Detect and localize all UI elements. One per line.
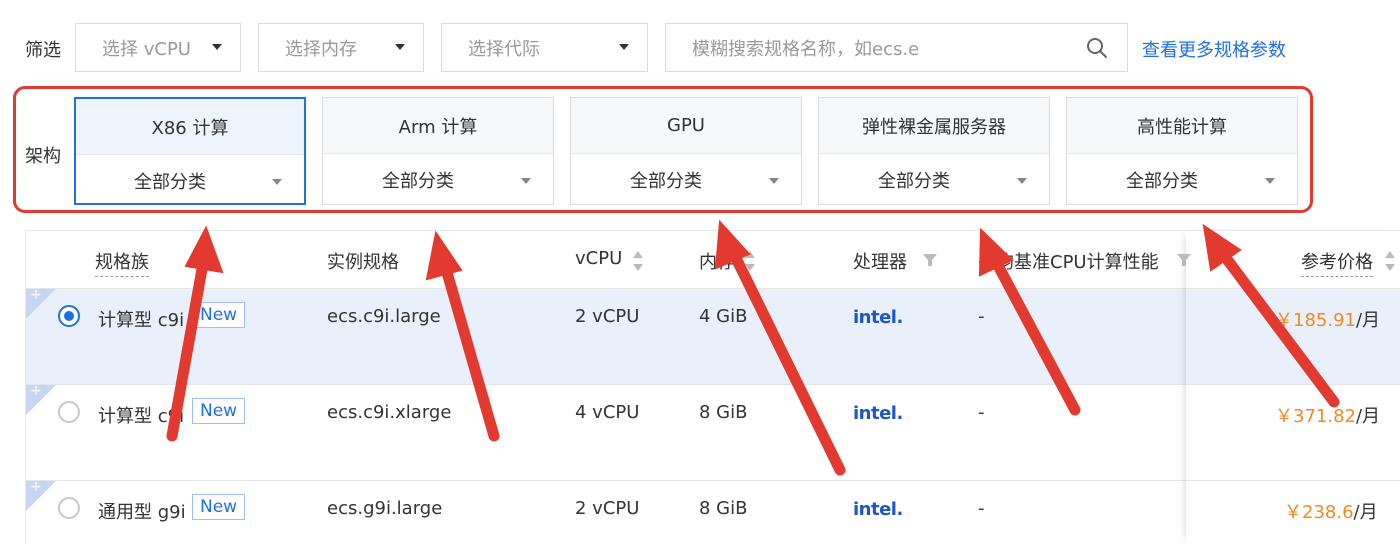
header-memory[interactable]: 内存: [699, 248, 735, 274]
generation-select-placeholder: 选择代际: [468, 38, 540, 60]
filter-label: 筛选: [25, 40, 61, 61]
intel-logo: intel.: [853, 307, 903, 328]
new-badge: New: [192, 398, 246, 424]
chevron-down-icon: [521, 178, 531, 184]
intel-logo: intel.: [853, 499, 903, 520]
arch-option-title: 弹性裸金属服务器: [819, 98, 1049, 154]
chevron-down-icon: [619, 44, 629, 50]
chevron-down-icon: [1265, 178, 1275, 184]
arch-category-label: 全部分类: [630, 171, 702, 192]
row-radio[interactable]: [58, 497, 80, 519]
header-family: 规格族: [95, 248, 149, 277]
arch-category-label: 全部分类: [134, 172, 206, 193]
row-family: 通用型 g9i: [98, 502, 186, 523]
price-unit: /月: [1353, 502, 1378, 523]
arch-option-hpc[interactable]: 高性能计算 全部分类: [1066, 97, 1298, 205]
row-memory: 8 GiB: [699, 402, 748, 423]
arch-option-bare-metal[interactable]: 弹性裸金属服务器 全部分类: [818, 97, 1050, 205]
price-unit: /月: [1355, 406, 1381, 427]
row-price: ￥238.6/月: [1284, 498, 1378, 524]
filter-icon[interactable]: [1176, 252, 1192, 268]
row-instance: ecs.c9i.large: [327, 306, 441, 327]
arch-option-gpu[interactable]: GPU 全部分类: [570, 97, 802, 205]
price-value: ￥185.91: [1275, 310, 1356, 331]
chevron-down-icon: [212, 44, 222, 50]
arch-category-label: 全部分类: [382, 171, 454, 192]
chevron-down-icon: [769, 178, 779, 184]
header-instance: 实例规格: [327, 252, 399, 273]
search-icon[interactable]: [1085, 36, 1109, 60]
sort-icon[interactable]: [744, 250, 756, 272]
filter-icon[interactable]: [922, 252, 938, 268]
row-family: 计算型 c9i: [98, 406, 185, 427]
architecture-label: 架构: [25, 146, 61, 167]
arch-category-select[interactable]: 全部分类: [571, 154, 801, 206]
header-price: 参考价格: [1301, 248, 1373, 277]
header-vcpu[interactable]: vCPU: [575, 248, 622, 269]
price-value: ￥371.82: [1275, 406, 1356, 427]
generation-select[interactable]: 选择代际: [441, 23, 648, 72]
row-family: 计算型 c9i: [98, 310, 185, 331]
row-baseline: -: [978, 402, 985, 423]
chevron-down-icon: [1017, 178, 1027, 184]
chevron-down-icon: [272, 179, 282, 185]
arch-category-select[interactable]: 全部分类: [76, 155, 304, 207]
arch-category-select[interactable]: 全部分类: [1067, 154, 1297, 206]
price-column-fixed: [1186, 230, 1400, 544]
row-vcpu: 2 vCPU: [575, 306, 640, 327]
arch-option-title: 高性能计算: [1067, 98, 1297, 154]
plus-icon: +: [30, 479, 42, 495]
intel-logo: intel.: [853, 403, 903, 424]
vcpu-select-placeholder: 选择 vCPU: [102, 38, 191, 60]
row-baseline: -: [978, 306, 985, 327]
price-value: ￥238.6: [1284, 502, 1354, 523]
header-baseline-cpu: 平均基准CPU计算性能: [978, 252, 1159, 273]
arch-option-title: GPU: [571, 98, 801, 154]
new-badge: New: [192, 494, 246, 520]
sort-icon[interactable]: [632, 250, 644, 272]
arch-category-select[interactable]: 全部分类: [323, 154, 553, 206]
row-baseline: -: [978, 498, 985, 519]
arch-category-label: 全部分类: [878, 171, 950, 192]
row-vcpu: 2 vCPU: [575, 498, 640, 519]
arch-category-select[interactable]: 全部分类: [819, 154, 1049, 206]
header-processor: 处理器: [853, 252, 907, 273]
row-price: ￥371.82/月: [1275, 402, 1380, 428]
row-instance: ecs.c9i.xlarge: [327, 402, 452, 423]
row-memory: 4 GiB: [699, 306, 748, 327]
arch-category-label: 全部分类: [1126, 171, 1198, 192]
price-unit: /月: [1355, 310, 1381, 331]
row-vcpu: 4 vCPU: [575, 402, 640, 423]
memory-select[interactable]: 选择内存: [258, 23, 424, 72]
new-badge: New: [192, 302, 246, 328]
memory-select-placeholder: 选择内存: [285, 38, 357, 60]
chevron-down-icon: [395, 44, 405, 50]
arch-option-title: X86 计算: [76, 99, 304, 155]
search-placeholder: 模糊搜索规格名称，如ecs.e: [692, 38, 920, 60]
plus-icon: +: [30, 287, 42, 303]
vcpu-select[interactable]: 选择 vCPU: [75, 23, 241, 72]
spec-search-input[interactable]: 模糊搜索规格名称，如ecs.e: [665, 23, 1128, 72]
row-radio[interactable]: [58, 305, 80, 327]
more-specs-link[interactable]: 查看更多规格参数: [1142, 36, 1286, 62]
row-memory: 8 GiB: [699, 498, 748, 519]
plus-icon: +: [30, 383, 42, 399]
row-radio[interactable]: [58, 401, 80, 423]
arch-option-title: Arm 计算: [323, 98, 553, 154]
row-instance: ecs.g9i.large: [327, 498, 443, 519]
arch-option-arm[interactable]: Arm 计算 全部分类: [322, 97, 554, 205]
row-price: ￥185.91/月: [1275, 306, 1380, 332]
sort-icon[interactable]: [1384, 250, 1396, 272]
arch-option-x86[interactable]: X86 计算 全部分类: [74, 97, 306, 205]
